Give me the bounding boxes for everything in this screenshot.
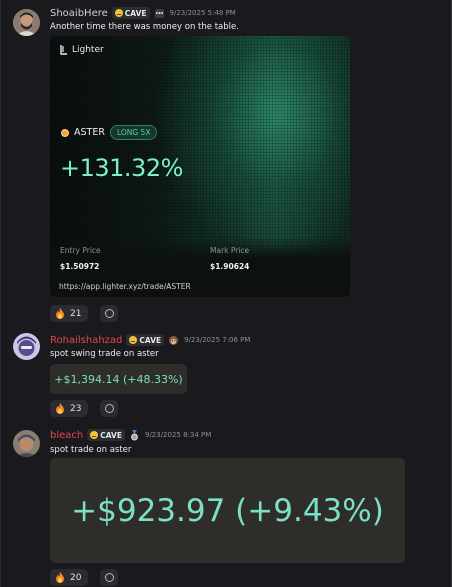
pnl-percent: +131.32% <box>60 154 183 182</box>
avatar[interactable] <box>13 430 40 457</box>
add-reaction-button[interactable] <box>100 569 118 586</box>
server-tag-label: CAVE <box>100 430 122 440</box>
message-shoaibhere: ShoaibHere CAVE 9/23/2025 5:48 PM Anothe… <box>0 0 452 330</box>
trade-share-card[interactable]: Lighter ASTER LONG 5X +131.32% Entry Pri… <box>50 36 350 297</box>
leverage-badge: LONG 5X <box>109 125 158 140</box>
pnl-image[interactable]: +$923.97 (+9.43%) <box>50 458 405 563</box>
add-reaction-icon <box>104 404 114 413</box>
emoji-face-icon <box>129 336 138 344</box>
add-reaction-icon <box>104 573 114 582</box>
role-monkey-icon <box>169 335 179 345</box>
server-tag-label: CAVE <box>124 8 147 18</box>
fire-icon <box>56 308 64 319</box>
avatar[interactable] <box>13 9 40 36</box>
timestamp[interactable]: 9/23/2025 5:48 PM <box>170 9 236 17</box>
username[interactable]: bleach <box>50 430 83 441</box>
server-tag[interactable]: CAVE <box>111 7 150 19</box>
server-tag[interactable]: CAVE <box>126 334 165 346</box>
mark-price-value: $1.90624 <box>210 262 250 271</box>
fire-icon <box>56 572 64 583</box>
avatar[interactable] <box>13 333 40 360</box>
emoji-face-icon <box>114 9 123 17</box>
mark-price-label: Mark Price <box>210 246 250 255</box>
timestamp[interactable]: 9/23/2025 8:34 PM <box>145 431 211 439</box>
pnl-image[interactable]: +$1,394.14 (+48.33%) <box>50 364 187 394</box>
timestamp[interactable]: 9/23/2025 7:06 PM <box>184 336 250 344</box>
message-rohailshahzad: Rohailshahzad CAVE 9/23/2025 7:06 PM spo… <box>0 330 452 425</box>
emoji-face-icon <box>90 431 99 439</box>
message-text: spot trade on aster <box>50 445 132 455</box>
username[interactable]: Rohailshahzad <box>50 335 122 346</box>
server-tag-label: CAVE <box>139 335 162 345</box>
avatar-portrait-icon <box>13 333 40 360</box>
role-medal-icon <box>130 429 138 440</box>
server-tag[interactable]: CAVE <box>87 429 125 441</box>
add-reaction-button[interactable] <box>100 400 118 417</box>
reaction-fire[interactable]: 20 <box>50 569 89 586</box>
message-text: Another time there was money on the tabl… <box>50 22 239 32</box>
pnl-value: +$1,394.14 (+48.33%) <box>54 372 183 386</box>
brand-name: Lighter <box>72 45 104 55</box>
message-text: spot swing trade on aster <box>50 349 159 359</box>
entry-price-label: Entry Price <box>60 246 101 255</box>
message-bleach: bleach CAVE 9/23/2025 8:34 PM spot trade… <box>0 425 452 587</box>
fire-icon <box>56 403 64 414</box>
aster-coin-icon <box>61 128 69 137</box>
brand: Lighter <box>59 45 104 55</box>
add-reaction-icon <box>104 309 114 318</box>
add-reaction-button[interactable] <box>100 305 118 322</box>
role-ninja-icon <box>154 8 164 18</box>
pnl-value: +$923.97 (+9.43%) <box>71 492 384 529</box>
avatar-portrait-icon <box>13 430 40 457</box>
asset-symbol: ASTER <box>74 127 105 138</box>
lighter-logo-icon <box>60 45 67 55</box>
reaction-count: 20 <box>70 572 82 583</box>
message-header: ShoaibHere CAVE 9/23/2025 5:48 PM <box>50 6 236 20</box>
avatar-portrait-icon <box>13 9 40 36</box>
reaction-fire[interactable]: 23 <box>50 400 89 417</box>
message-header: bleach CAVE 9/23/2025 8:34 PM <box>50 428 211 442</box>
username[interactable]: ShoaibHere <box>50 8 108 19</box>
asset-row: ASTER LONG 5X <box>61 125 158 140</box>
reaction-fire[interactable]: 21 <box>50 305 89 322</box>
message-header: Rohailshahzad CAVE 9/23/2025 7:06 PM <box>50 333 250 347</box>
reaction-count: 21 <box>70 308 82 319</box>
reaction-count: 23 <box>70 403 82 414</box>
entry-price-value: $1.50972 <box>60 262 100 271</box>
trade-url: https://app.lighter.xyz/trade/ASTER <box>59 282 191 291</box>
